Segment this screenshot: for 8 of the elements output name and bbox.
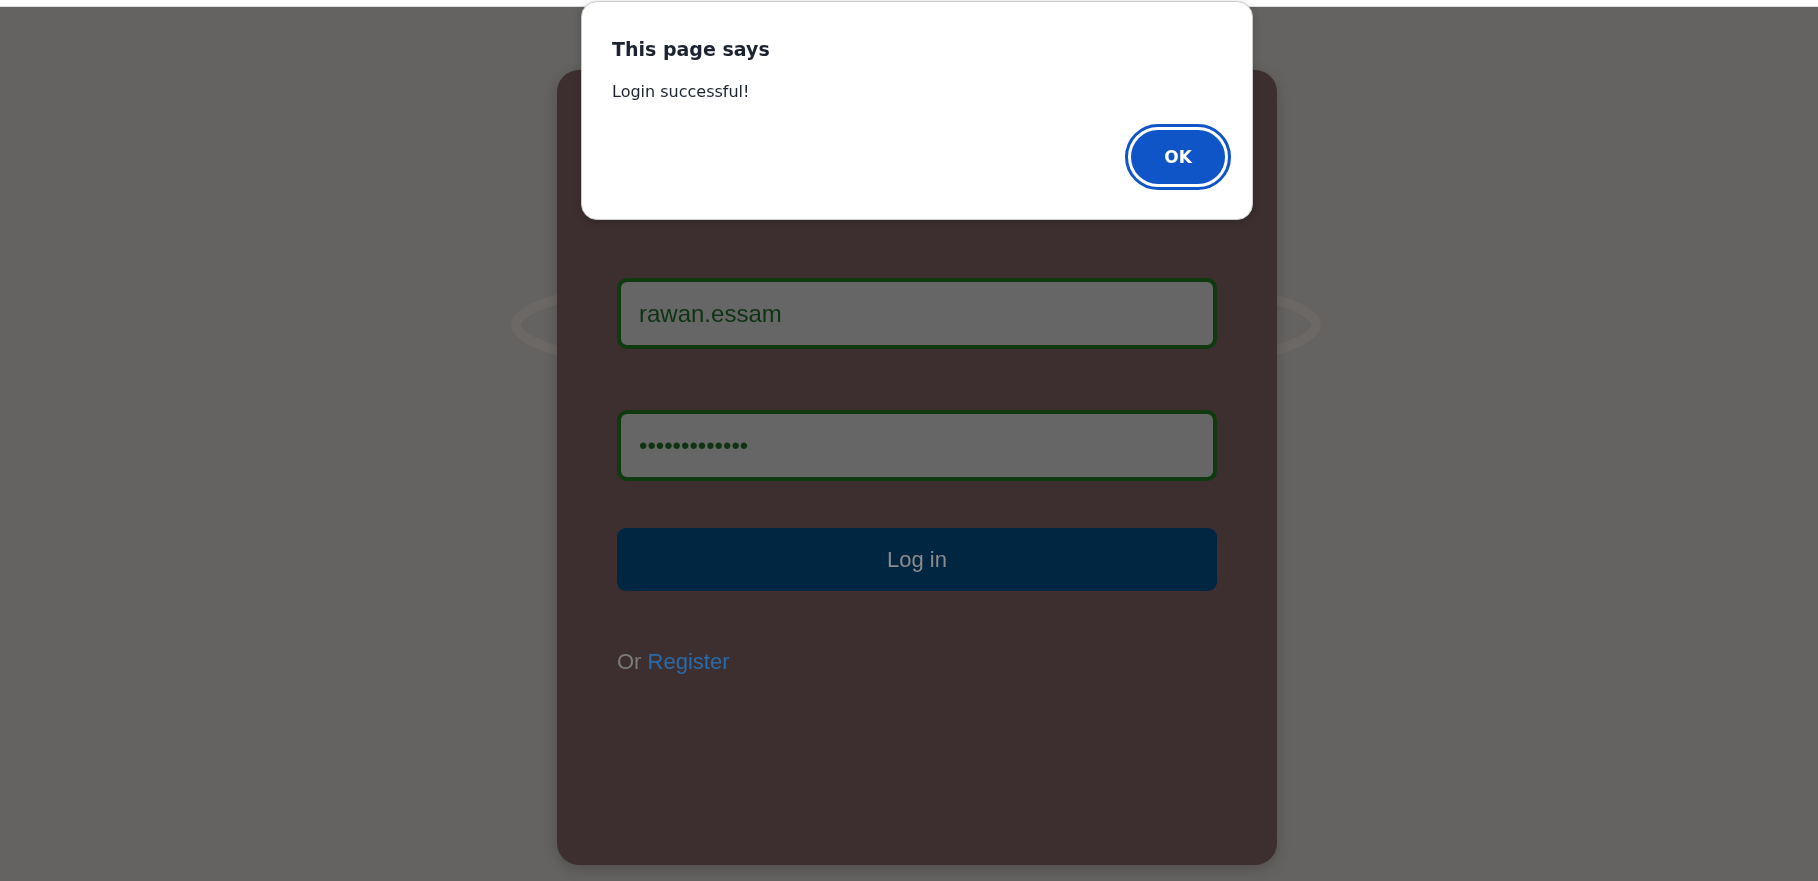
register-link[interactable]: Register [647, 649, 730, 674]
ok-button[interactable]: OK [1128, 127, 1228, 187]
dialog-title: This page says [612, 38, 771, 60]
register-prompt: Or [617, 649, 642, 674]
username-field[interactable]: rawan.essam [617, 278, 1217, 349]
dialog-message: Login successful! [612, 82, 751, 101]
password-field[interactable]: ••••••••••••• [617, 410, 1217, 481]
login-button[interactable]: Log in [617, 528, 1217, 591]
